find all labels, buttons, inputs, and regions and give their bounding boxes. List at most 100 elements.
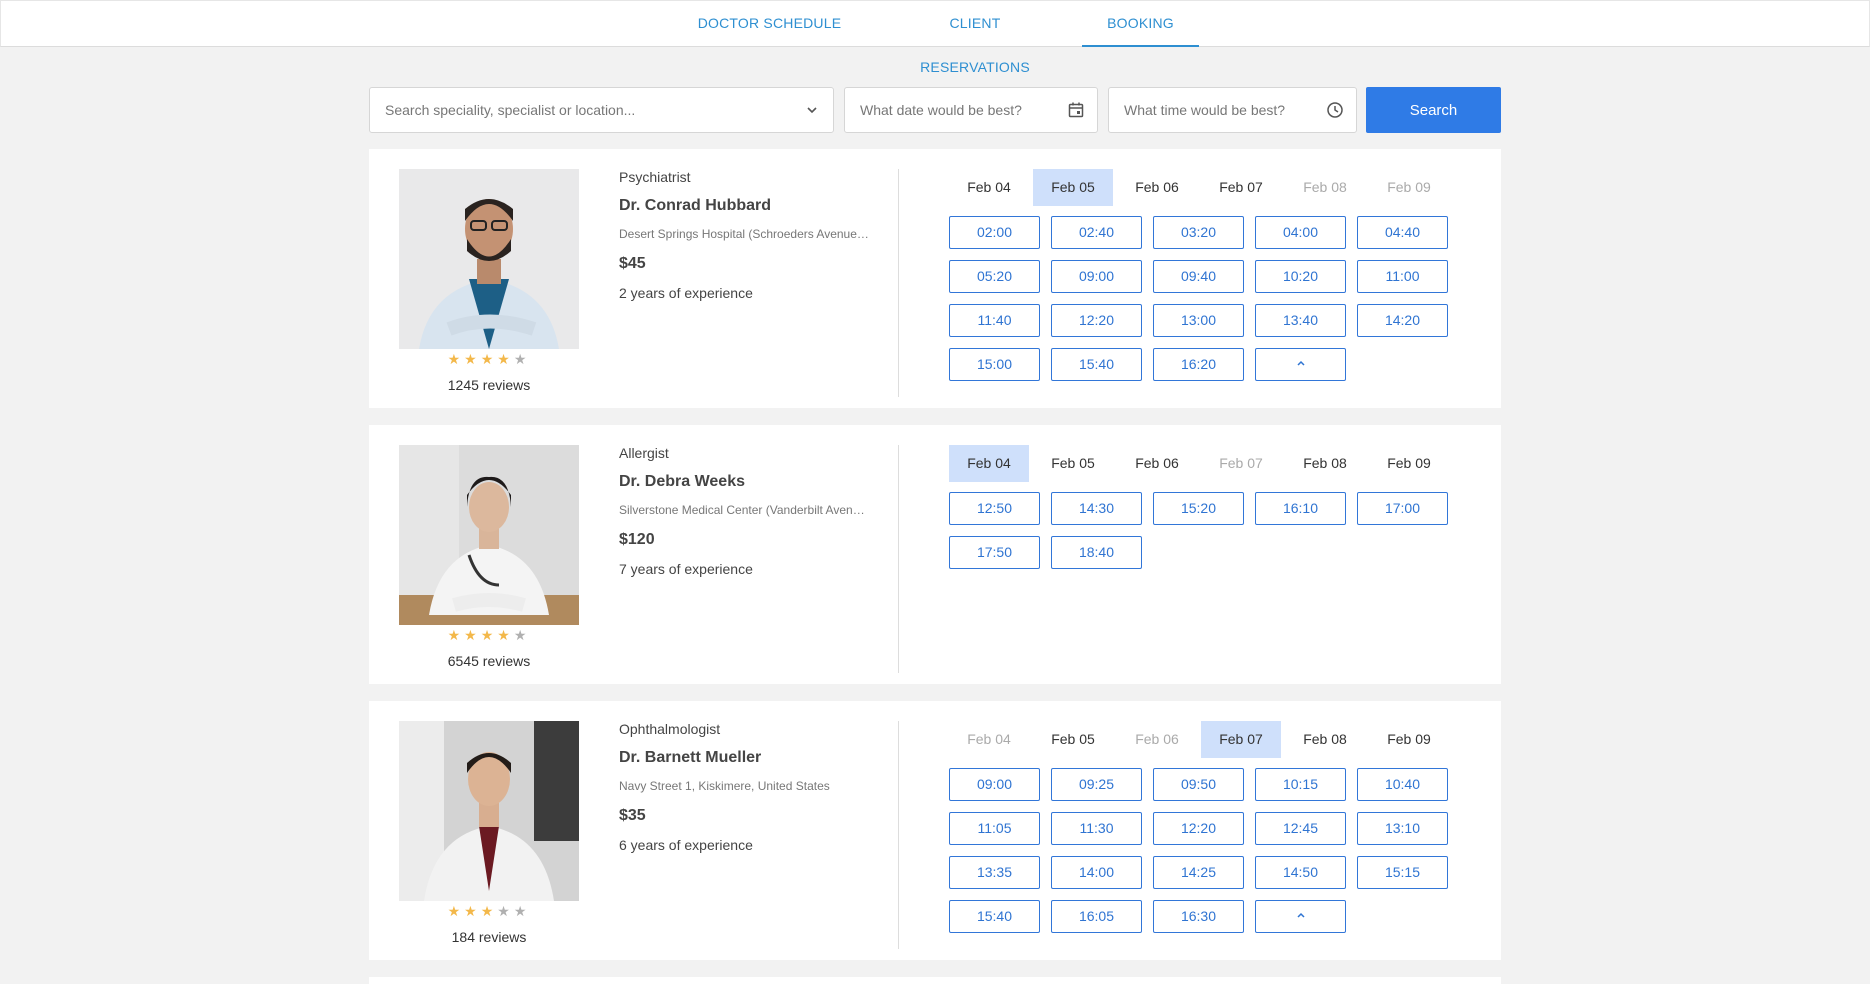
time-slot-button[interactable]: 14:30 bbox=[1051, 492, 1142, 525]
date-option-disabled: Feb 06 bbox=[1135, 731, 1179, 747]
review-count[interactable]: 6545 reviews bbox=[399, 653, 579, 669]
time-slot-button[interactable]: 02:00 bbox=[949, 216, 1040, 249]
calendar-icon[interactable] bbox=[1067, 101, 1085, 119]
time-slot-button[interactable]: 14:00 bbox=[1051, 856, 1142, 889]
doctor-info: Psychiatrist Dr. Conrad Hubbard Desert S… bbox=[619, 169, 869, 303]
doctor-photo bbox=[399, 445, 579, 625]
time-slot-button[interactable]: 13:00 bbox=[1153, 304, 1244, 337]
time-slot-button[interactable]: 11:00 bbox=[1357, 260, 1448, 293]
chevron-up-icon bbox=[1296, 912, 1305, 918]
time-slot-button[interactable]: 14:50 bbox=[1255, 856, 1346, 889]
date-option-selected[interactable]: Feb 07 bbox=[1201, 721, 1281, 758]
date-option[interactable]: Feb 07 bbox=[1201, 169, 1281, 206]
time-slot-button[interactable]: 10:40 bbox=[1357, 768, 1448, 801]
tab-client-reservations[interactable]: CLIENT RESERVATIONS bbox=[894, 1, 1056, 75]
chevron-down-icon[interactable] bbox=[803, 101, 821, 119]
time-slot-button[interactable]: 18:40 bbox=[1051, 536, 1142, 569]
time-slot-button[interactable]: 09:00 bbox=[1051, 260, 1142, 293]
time-slot-button[interactable]: 17:50 bbox=[949, 536, 1040, 569]
rating-stars: ★★★★★ bbox=[399, 351, 579, 368]
star-icon: ★ bbox=[513, 627, 531, 643]
doctor-card: ★★★★★ 184 reviews Ophthalmologist Dr. Ba… bbox=[369, 701, 1501, 960]
time-slot-button[interactable]: 10:15 bbox=[1255, 768, 1346, 801]
time-slot-button[interactable]: 14:25 bbox=[1153, 856, 1244, 889]
star-icon: ★ bbox=[497, 627, 514, 643]
tab-booking[interactable]: BOOKING bbox=[1082, 1, 1199, 47]
date-option[interactable]: Feb 09 bbox=[1369, 445, 1449, 482]
date-option-selected[interactable]: Feb 05 bbox=[1033, 169, 1113, 206]
date-option[interactable]: Feb 06 bbox=[1117, 445, 1197, 482]
doctor-name[interactable]: Dr. Conrad Hubbard bbox=[619, 197, 869, 217]
doctor-name[interactable]: Dr. Debra Weeks bbox=[619, 473, 869, 493]
specialty-search-input[interactable] bbox=[370, 88, 833, 132]
time-slot-button[interactable]: 09:00 bbox=[949, 768, 1040, 801]
date-option[interactable]: Feb 04 bbox=[949, 169, 1029, 206]
time-slot-button[interactable]: 16:10 bbox=[1255, 492, 1346, 525]
star-icon: ★ bbox=[447, 903, 465, 919]
date-option[interactable]: Feb 09 bbox=[1369, 721, 1449, 758]
time-slot-button[interactable]: 10:20 bbox=[1255, 260, 1346, 293]
date-option-disabled: Feb 07 bbox=[1219, 455, 1263, 471]
time-slot-button[interactable]: 02:40 bbox=[1051, 216, 1142, 249]
doctor-experience: 7 years of experience bbox=[619, 561, 753, 577]
time-slot-button[interactable]: 11:30 bbox=[1051, 812, 1142, 845]
time-slot-button[interactable]: 09:25 bbox=[1051, 768, 1142, 801]
time-slot-button[interactable]: 12:45 bbox=[1255, 812, 1346, 845]
star-icon: ★ bbox=[513, 351, 531, 367]
time-slot-button[interactable]: 11:05 bbox=[949, 812, 1040, 845]
time-slot-button[interactable]: 14:20 bbox=[1357, 304, 1448, 337]
time-slot-button[interactable]: 13:35 bbox=[949, 856, 1040, 889]
time-slot-button[interactable]: 04:00 bbox=[1255, 216, 1346, 249]
time-slot-button[interactable]: 15:15 bbox=[1357, 856, 1448, 889]
date-option[interactable]: Feb 06 bbox=[1117, 169, 1197, 206]
doctor-price: $120 bbox=[619, 531, 655, 548]
tab-doctor-schedule[interactable]: DOCTOR SCHEDULE bbox=[696, 1, 843, 47]
doctor-price: $45 bbox=[619, 255, 646, 272]
clock-icon[interactable] bbox=[1326, 101, 1344, 119]
time-slot-button[interactable]: 04:40 bbox=[1357, 216, 1448, 249]
time-slot-button[interactable]: 03:20 bbox=[1153, 216, 1244, 249]
doctor-specialty: Psychiatrist bbox=[619, 169, 691, 185]
time-slot-button[interactable]: 15:40 bbox=[1051, 348, 1142, 381]
date-option[interactable]: Feb 05 bbox=[1033, 721, 1113, 758]
time-slot-button[interactable]: 17:00 bbox=[1357, 492, 1448, 525]
time-slot-button[interactable]: 13:10 bbox=[1357, 812, 1448, 845]
time-field bbox=[1108, 87, 1357, 133]
collapse-slots-button[interactable] bbox=[1255, 900, 1346, 933]
time-slot-button[interactable]: 15:20 bbox=[1153, 492, 1244, 525]
date-option[interactable]: Feb 08 bbox=[1285, 445, 1365, 482]
date-option-selected[interactable]: Feb 04 bbox=[949, 445, 1029, 482]
star-icon: ★ bbox=[480, 903, 498, 919]
time-slot-button[interactable]: 16:30 bbox=[1153, 900, 1244, 933]
doctor-card-partial bbox=[369, 977, 1501, 984]
date-input[interactable] bbox=[845, 88, 1097, 132]
doctor-price: $35 bbox=[619, 807, 646, 824]
collapse-slots-button[interactable] bbox=[1255, 348, 1346, 381]
divider bbox=[898, 169, 899, 397]
time-slot-button[interactable]: 15:40 bbox=[949, 900, 1040, 933]
doctor-photo bbox=[399, 721, 579, 901]
time-slot-button[interactable]: 12:20 bbox=[1051, 304, 1142, 337]
time-slot-button[interactable]: 13:40 bbox=[1255, 304, 1346, 337]
star-icon: ★ bbox=[480, 351, 498, 367]
time-slot-button[interactable]: 09:50 bbox=[1153, 768, 1244, 801]
time-slot-button[interactable]: 16:20 bbox=[1153, 348, 1244, 381]
star-icon: ★ bbox=[464, 351, 481, 367]
doctor-address: Navy Street 1, Kiskimere, United States bbox=[619, 779, 830, 793]
review-count[interactable]: 1245 reviews bbox=[399, 377, 579, 393]
time-slot-button[interactable]: 12:50 bbox=[949, 492, 1040, 525]
doctor-name[interactable]: Dr. Barnett Mueller bbox=[619, 749, 869, 769]
time-slot-button[interactable]: 16:05 bbox=[1051, 900, 1142, 933]
review-count[interactable]: 184 reviews bbox=[399, 929, 579, 945]
time-slot-button[interactable]: 15:00 bbox=[949, 348, 1040, 381]
star-icon: ★ bbox=[497, 351, 514, 367]
date-option[interactable]: Feb 05 bbox=[1033, 445, 1113, 482]
specialty-search-field bbox=[369, 87, 834, 133]
time-slot-button[interactable]: 09:40 bbox=[1153, 260, 1244, 293]
time-slot-button[interactable]: 11:40 bbox=[949, 304, 1040, 337]
time-input[interactable] bbox=[1109, 88, 1356, 132]
time-slot-button[interactable]: 05:20 bbox=[949, 260, 1040, 293]
time-slot-button[interactable]: 12:20 bbox=[1153, 812, 1244, 845]
date-option[interactable]: Feb 08 bbox=[1285, 721, 1365, 758]
search-button[interactable]: Search bbox=[1366, 87, 1501, 133]
